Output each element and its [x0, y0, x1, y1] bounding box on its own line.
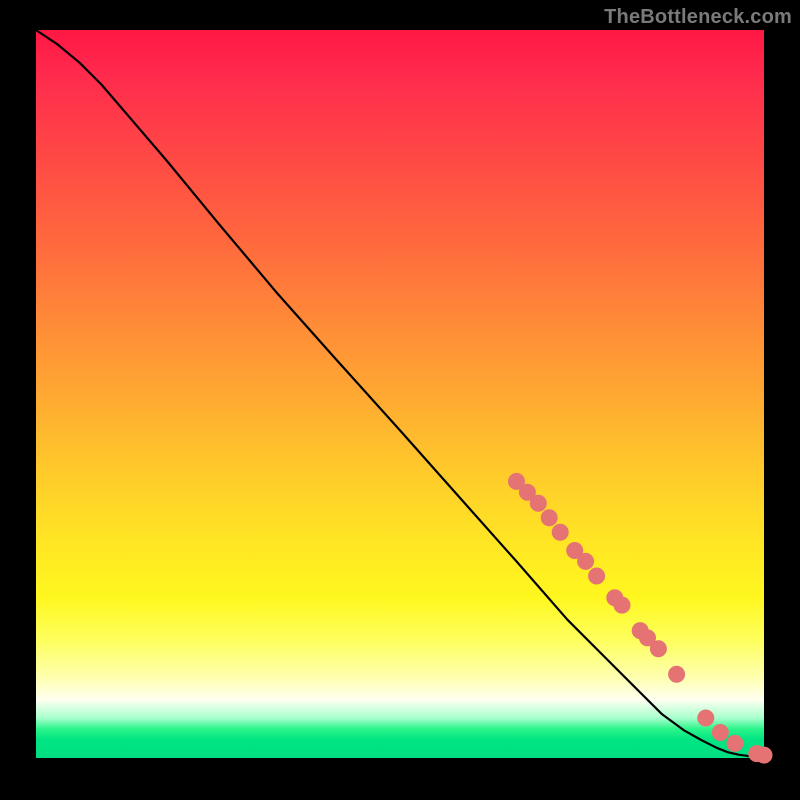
plot-area [36, 30, 764, 758]
marker-dot [578, 553, 594, 569]
marker-dot [712, 725, 728, 741]
marker-group [509, 473, 773, 763]
marker-dot [698, 710, 714, 726]
marker-dot [756, 747, 772, 763]
watermark-text: TheBottleneck.com [604, 6, 792, 29]
chart-overlay [36, 30, 764, 758]
marker-dot [727, 735, 743, 751]
marker-dot [541, 510, 557, 526]
marker-dot [669, 666, 685, 682]
marker-dot [530, 495, 546, 511]
chart-frame: TheBottleneck.com [0, 0, 800, 800]
marker-dot [614, 597, 630, 613]
marker-dot [650, 641, 666, 657]
marker-dot [589, 568, 605, 584]
marker-dot [552, 524, 568, 540]
